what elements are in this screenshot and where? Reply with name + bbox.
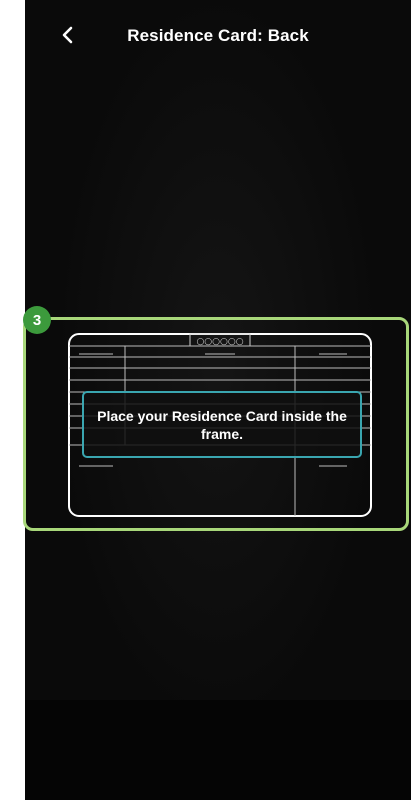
top-bar: Residence Card: Back <box>25 0 411 80</box>
bottom-bar <box>25 700 411 800</box>
step-badge: 3 <box>23 306 51 334</box>
page-title: Residence Card: Back <box>127 26 309 45</box>
instruction-text: Place your Residence Card inside the fra… <box>97 407 347 442</box>
instruction-box: Place your Residence Card inside the fra… <box>82 391 362 458</box>
